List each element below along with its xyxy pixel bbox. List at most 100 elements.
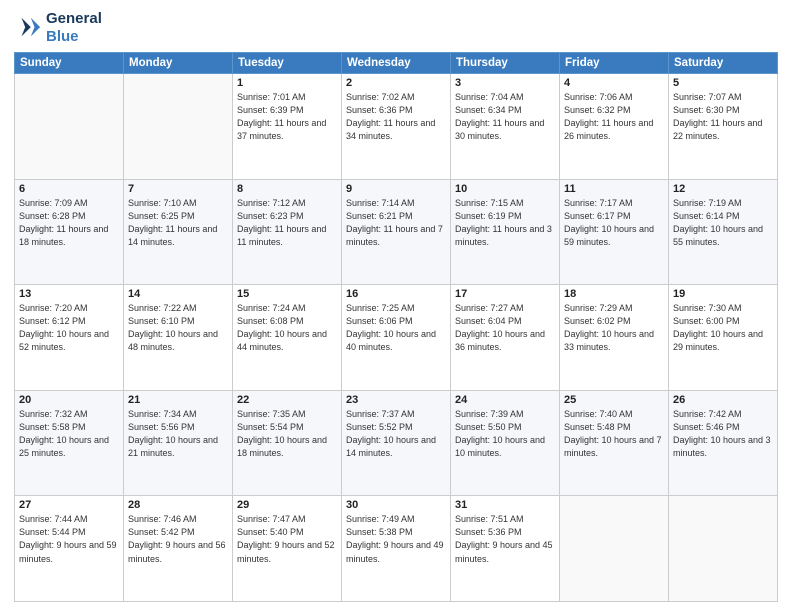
day-number: 13 <box>19 288 119 300</box>
calendar-cell: 23 Sunrise: 7:37 AM Sunset: 5:52 PM Dayli… <box>342 390 451 496</box>
day-number: 8 <box>237 183 337 195</box>
week-row-0: 1 Sunrise: 7:01 AM Sunset: 6:39 PM Daylig… <box>15 74 778 180</box>
day-number: 10 <box>455 183 555 195</box>
week-row-4: 27 Sunrise: 7:44 AM Sunset: 5:44 PM Dayli… <box>15 496 778 602</box>
day-number: 20 <box>19 394 119 406</box>
day-number: 21 <box>128 394 228 406</box>
day-number: 5 <box>673 77 773 89</box>
calendar-cell: 20 Sunrise: 7:32 AM Sunset: 5:58 PM Dayli… <box>15 390 124 496</box>
cell-detail: Sunrise: 7:07 AM Sunset: 6:30 PM Dayligh… <box>673 91 773 143</box>
day-number: 25 <box>564 394 664 406</box>
calendar-cell: 9Sunrise: 7:14 AM Sunset: 6:21 PM Daylig… <box>342 179 451 285</box>
day-number: 27 <box>19 499 119 511</box>
calendar-cell: 15 Sunrise: 7:24 AM Sunset: 6:08 PM Dayli… <box>233 285 342 391</box>
week-row-3: 20 Sunrise: 7:32 AM Sunset: 5:58 PM Dayli… <box>15 390 778 496</box>
page: General Blue SundayMondayTuesdayWednesda… <box>0 0 792 612</box>
calendar-cell <box>124 74 233 180</box>
day-number: 24 <box>455 394 555 406</box>
col-header-sunday: Sunday <box>15 53 124 74</box>
calendar-cell: 26 Sunrise: 7:42 AM Sunset: 5:46 PM Dayli… <box>669 390 778 496</box>
calendar-cell: 30 Sunrise: 7:49 AM Sunset: 5:38 PM Dayli… <box>342 496 451 602</box>
calendar-header-row: SundayMondayTuesdayWednesdayThursdayFrid… <box>15 53 778 74</box>
cell-detail: Sunrise: 7:35 AM Sunset: 5:54 PM Dayligh… <box>237 408 337 460</box>
cell-detail: Sunrise: 7:40 AM Sunset: 5:48 PM Dayligh… <box>564 408 664 460</box>
calendar-cell: 29Sunrise: 7:47 AM Sunset: 5:40 PM Dayli… <box>233 496 342 602</box>
cell-detail: Sunrise: 7:04 AM Sunset: 6:34 PM Dayligh… <box>455 91 555 143</box>
calendar-cell: 3 Sunrise: 7:04 AM Sunset: 6:34 PM Daylig… <box>451 74 560 180</box>
cell-detail: Sunrise: 7:01 AM Sunset: 6:39 PM Dayligh… <box>237 91 337 143</box>
day-number: 23 <box>346 394 446 406</box>
cell-detail: Sunrise: 7:29 AM Sunset: 6:02 PM Dayligh… <box>564 302 664 354</box>
day-number: 1 <box>237 77 337 89</box>
header: General Blue <box>14 10 778 46</box>
calendar-cell: 28 Sunrise: 7:46 AM Sunset: 5:42 PM Dayli… <box>124 496 233 602</box>
week-row-1: 6 Sunrise: 7:09 AM Sunset: 6:28 PM Daylig… <box>15 179 778 285</box>
cell-detail: Sunrise: 7:09 AM Sunset: 6:28 PM Dayligh… <box>19 197 119 249</box>
calendar-cell: 11 Sunrise: 7:17 AM Sunset: 6:17 PM Dayli… <box>560 179 669 285</box>
day-number: 15 <box>237 288 337 300</box>
day-number: 3 <box>455 77 555 89</box>
day-number: 22 <box>237 394 337 406</box>
calendar-cell: 31Sunrise: 7:51 AM Sunset: 5:36 PM Dayli… <box>451 496 560 602</box>
cell-detail: Sunrise: 7:20 AM Sunset: 6:12 PM Dayligh… <box>19 302 119 354</box>
calendar-cell: 27 Sunrise: 7:44 AM Sunset: 5:44 PM Dayli… <box>15 496 124 602</box>
day-number: 30 <box>346 499 446 511</box>
week-row-2: 13 Sunrise: 7:20 AM Sunset: 6:12 PM Dayli… <box>15 285 778 391</box>
day-number: 17 <box>455 288 555 300</box>
col-header-friday: Friday <box>560 53 669 74</box>
calendar-cell: 16 Sunrise: 7:25 AM Sunset: 6:06 PM Dayli… <box>342 285 451 391</box>
cell-detail: Sunrise: 7:44 AM Sunset: 5:44 PM Dayligh… <box>19 513 119 565</box>
cell-detail: Sunrise: 7:42 AM Sunset: 5:46 PM Dayligh… <box>673 408 773 460</box>
cell-detail: Sunrise: 7:06 AM Sunset: 6:32 PM Dayligh… <box>564 91 664 143</box>
col-header-monday: Monday <box>124 53 233 74</box>
calendar-cell <box>560 496 669 602</box>
day-number: 12 <box>673 183 773 195</box>
calendar-cell <box>15 74 124 180</box>
cell-detail: Sunrise: 7:27 AM Sunset: 6:04 PM Dayligh… <box>455 302 555 354</box>
logo-text: General Blue <box>46 10 102 46</box>
cell-detail: Sunrise: 7:02 AM Sunset: 6:36 PM Dayligh… <box>346 91 446 143</box>
day-number: 11 <box>564 183 664 195</box>
day-number: 6 <box>19 183 119 195</box>
day-number: 26 <box>673 394 773 406</box>
calendar-cell: 22 Sunrise: 7:35 AM Sunset: 5:54 PM Dayli… <box>233 390 342 496</box>
day-number: 28 <box>128 499 228 511</box>
cell-detail: Sunrise: 7:37 AM Sunset: 5:52 PM Dayligh… <box>346 408 446 460</box>
day-number: 2 <box>346 77 446 89</box>
logo: General Blue <box>14 10 102 46</box>
logo-icon <box>14 14 42 42</box>
calendar-cell <box>669 496 778 602</box>
calendar-cell: 25 Sunrise: 7:40 AM Sunset: 5:48 PM Dayli… <box>560 390 669 496</box>
calendar-table: SundayMondayTuesdayWednesdayThursdayFrid… <box>14 52 778 602</box>
cell-detail: Sunrise: 7:46 AM Sunset: 5:42 PM Dayligh… <box>128 513 228 565</box>
cell-detail: Sunrise: 7:32 AM Sunset: 5:58 PM Dayligh… <box>19 408 119 460</box>
calendar-cell: 13 Sunrise: 7:20 AM Sunset: 6:12 PM Dayli… <box>15 285 124 391</box>
cell-detail: Sunrise: 7:25 AM Sunset: 6:06 PM Dayligh… <box>346 302 446 354</box>
cell-detail: Sunrise: 7:15 AM Sunset: 6:19 PM Dayligh… <box>455 197 555 249</box>
cell-detail: Sunrise: 7:34 AM Sunset: 5:56 PM Dayligh… <box>128 408 228 460</box>
day-number: 18 <box>564 288 664 300</box>
calendar-cell: 24 Sunrise: 7:39 AM Sunset: 5:50 PM Dayli… <box>451 390 560 496</box>
calendar-cell: 7Sunrise: 7:10 AM Sunset: 6:25 PM Daylig… <box>124 179 233 285</box>
calendar-cell: 8Sunrise: 7:12 AM Sunset: 6:23 PM Daylig… <box>233 179 342 285</box>
day-number: 16 <box>346 288 446 300</box>
calendar-cell: 12Sunrise: 7:19 AM Sunset: 6:14 PM Dayli… <box>669 179 778 285</box>
day-number: 19 <box>673 288 773 300</box>
cell-detail: Sunrise: 7:24 AM Sunset: 6:08 PM Dayligh… <box>237 302 337 354</box>
cell-detail: Sunrise: 7:22 AM Sunset: 6:10 PM Dayligh… <box>128 302 228 354</box>
cell-detail: Sunrise: 7:49 AM Sunset: 5:38 PM Dayligh… <box>346 513 446 565</box>
calendar-cell: 18 Sunrise: 7:29 AM Sunset: 6:02 PM Dayli… <box>560 285 669 391</box>
col-header-thursday: Thursday <box>451 53 560 74</box>
col-header-wednesday: Wednesday <box>342 53 451 74</box>
cell-detail: Sunrise: 7:39 AM Sunset: 5:50 PM Dayligh… <box>455 408 555 460</box>
col-header-saturday: Saturday <box>669 53 778 74</box>
day-number: 31 <box>455 499 555 511</box>
day-number: 9 <box>346 183 446 195</box>
calendar-cell: 4 Sunrise: 7:06 AM Sunset: 6:32 PM Daylig… <box>560 74 669 180</box>
calendar-cell: 10 Sunrise: 7:15 AM Sunset: 6:19 PM Dayli… <box>451 179 560 285</box>
cell-detail: Sunrise: 7:17 AM Sunset: 6:17 PM Dayligh… <box>564 197 664 249</box>
day-number: 4 <box>564 77 664 89</box>
calendar-cell: 2 Sunrise: 7:02 AM Sunset: 6:36 PM Daylig… <box>342 74 451 180</box>
day-number: 29 <box>237 499 337 511</box>
col-header-tuesday: Tuesday <box>233 53 342 74</box>
